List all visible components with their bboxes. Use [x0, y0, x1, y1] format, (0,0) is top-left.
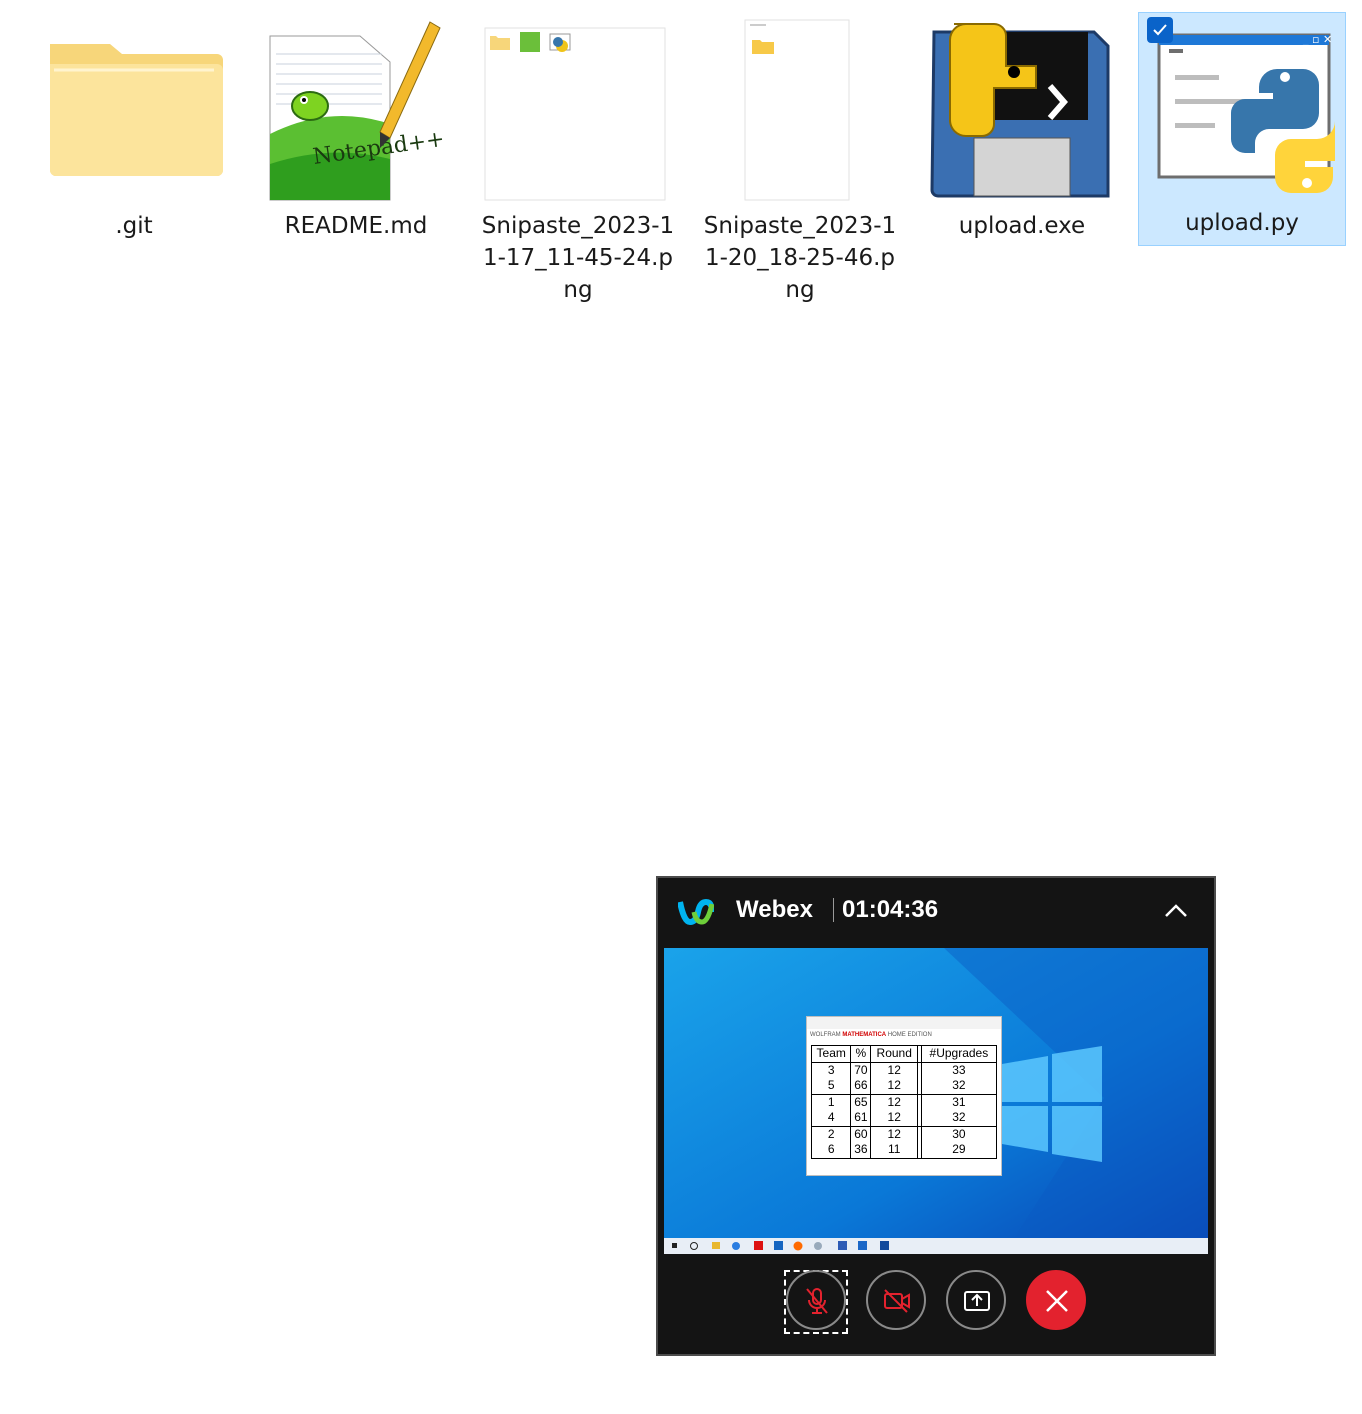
checkmark-icon — [1153, 24, 1167, 36]
table-header: Team — [810, 1045, 851, 1063]
start-video-button[interactable] — [866, 1270, 926, 1330]
file-item-git[interactable]: .git — [30, 14, 238, 314]
video-off-icon — [884, 1289, 910, 1313]
table-row: 5 66 12 32 — [810, 1078, 998, 1094]
webex-mini-window[interactable]: Webex 01:04:36 WOLFRAM MATHEMATICA HOME … — [656, 876, 1216, 1356]
share-screen-icon — [964, 1291, 990, 1311]
notepad-plus-plus-icon: Notepad++ — [269, 21, 446, 201]
header-divider — [833, 898, 834, 922]
python-launcher-icon — [930, 23, 1110, 198]
table-header: % — [850, 1045, 871, 1063]
table-row: 2 60 12 30 — [810, 1125, 998, 1142]
webex-header[interactable]: Webex 01:04:36 — [658, 878, 1214, 942]
remote-taskbar — [664, 1238, 1208, 1254]
collapse-button[interactable] — [1158, 894, 1194, 926]
file-name: upload.exe — [958, 213, 1086, 239]
image-thumbnail-icon — [484, 27, 666, 201]
meeting-timer: 01:04:36 — [842, 896, 939, 923]
file-item-snipaste-2[interactable]: Snipaste_2023-11-20_18-25-46.png — [696, 14, 904, 314]
chevron-up-icon — [1165, 904, 1187, 917]
svg-text:_ ▫ ✕: _ ▫ ✕ — [1302, 33, 1332, 46]
file-name: .git — [115, 213, 153, 239]
file-item-readme[interactable]: Notepad++ README.md — [252, 14, 460, 314]
webex-logo-icon — [678, 898, 714, 926]
mathematica-brand: WOLFRAM MATHEMATICA HOME EDITION — [810, 1032, 932, 1038]
file-item-upload-py[interactable]: _ ▫ ✕ upload.py — [1138, 12, 1346, 246]
table-row: 3 70 12 33 — [810, 1062, 998, 1078]
file-name: Snipaste_2023-11-17_11-45-24.png — [481, 213, 675, 303]
shared-screen-preview: WOLFRAM MATHEMATICA HOME EDITION Team % … — [664, 948, 1208, 1254]
file-item-upload-exe[interactable]: upload.exe — [918, 14, 1126, 314]
table-row: 1 65 12 31 — [810, 1093, 998, 1110]
selection-checkbox[interactable] — [1147, 17, 1173, 43]
table-row: 4 61 12 32 — [810, 1110, 998, 1126]
share-screen-button[interactable] — [946, 1270, 1006, 1330]
end-meeting-button[interactable] — [1026, 1270, 1086, 1330]
file-name: Snipaste_2023-11-20_18-25-46.png — [703, 213, 897, 303]
shared-results-table: Team % Round #Upgrades 3 70 12 33 5 66 12 32 1… — [810, 1045, 998, 1159]
folder-icon — [50, 44, 223, 176]
table-header: Round — [870, 1045, 918, 1063]
file-item-snipaste-1[interactable]: Snipaste_2023-11-17_11-45-24.png — [474, 14, 682, 314]
file-name: upload.py — [1185, 210, 1299, 236]
close-icon — [1046, 1290, 1068, 1312]
mathematica-window: WOLFRAM MATHEMATICA HOME EDITION Team % … — [806, 1016, 1002, 1176]
table-header: #Upgrades — [920, 1045, 998, 1063]
file-name: README.md — [284, 213, 428, 239]
microphone-muted-icon — [806, 1288, 828, 1314]
webex-title: Webex — [736, 896, 813, 923]
taskbar-icons — [672, 1241, 889, 1251]
unmute-button[interactable] — [786, 1270, 846, 1330]
mathematica-titlebar — [807, 1017, 1001, 1029]
image-thumbnail-icon — [744, 19, 850, 201]
table-row: 6 36 11 29 — [810, 1142, 998, 1159]
